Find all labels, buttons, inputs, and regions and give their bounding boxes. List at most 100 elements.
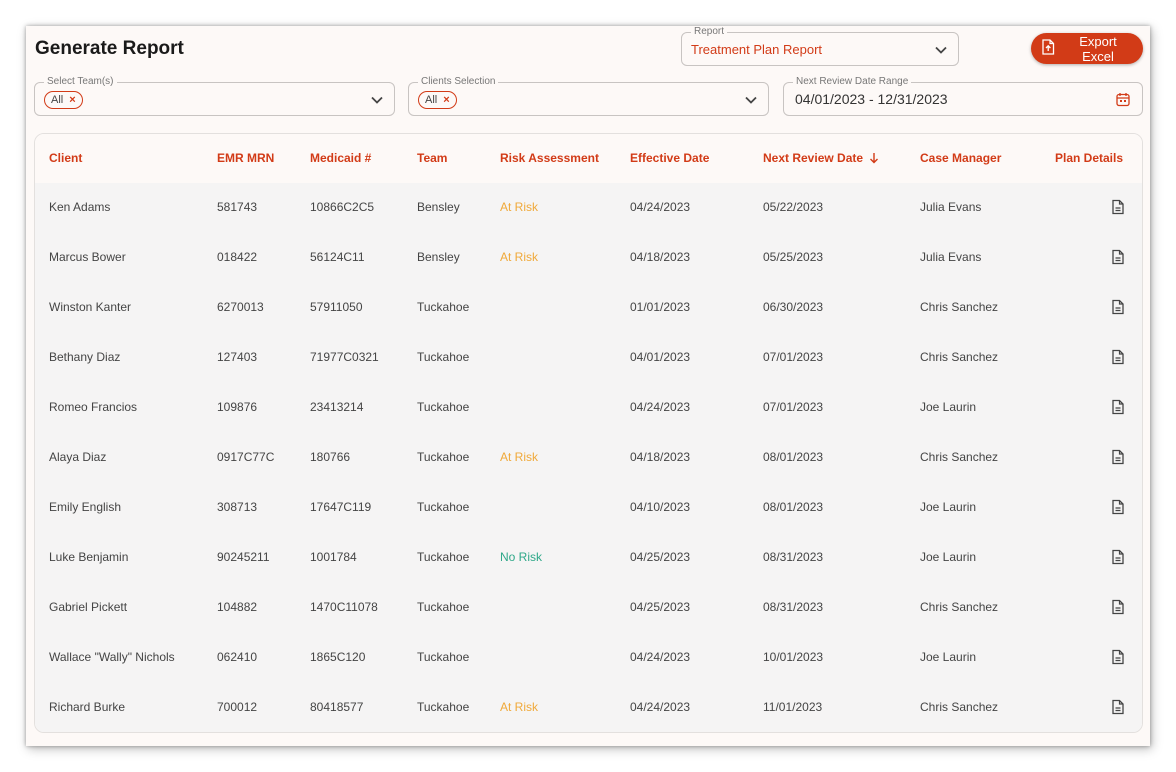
column-header-team[interactable]: Team (417, 151, 447, 165)
cell-medicaid: 71977C0321 (310, 350, 379, 364)
cell-medicaid: 1470C11078 (310, 600, 378, 614)
cell-client: Ken Adams (49, 200, 111, 214)
cell-next-review-date: 08/31/2023 (763, 550, 824, 564)
date-range-legend: Next Review Date Range (793, 76, 912, 88)
cell-emr-mrn: 6270013 (217, 300, 264, 314)
cell-next-review-date: 05/22/2023 (763, 200, 824, 214)
cell-effective-date: 04/10/2023 (630, 500, 691, 514)
table-row[interactable]: Luke Benjamin 90245211 1001784 Tuckahoe No R… (35, 533, 1142, 584)
column-header-plan-details[interactable]: Plan Details (1055, 151, 1123, 165)
cell-risk-assessment: At Risk (500, 700, 539, 714)
table-row[interactable]: Winston Kanter 6270013 57911050 Tuckahoe 01/… (35, 283, 1142, 334)
cell-medicaid: 57911050 (310, 300, 363, 314)
cell-emr-mrn: 018422 (217, 250, 258, 264)
cell-team: Tuckahoe (417, 350, 470, 364)
cell-emr-mrn: 062410 (217, 650, 258, 664)
cell-case-manager: Chris Sanchez (920, 450, 999, 464)
date-range-field[interactable]: Next Review Date Range 04/01/2023 - 12/3… (783, 76, 1143, 116)
cell-client: Luke Benjamin (49, 550, 129, 564)
cell-effective-date: 04/18/2023 (630, 450, 691, 464)
cell-team: Tuckahoe (417, 700, 470, 714)
clients-select-legend: Clients Selection (418, 76, 499, 88)
cell-client: Bethany Diaz (49, 350, 121, 364)
date-range-value: 04/01/2023 - 12/31/2023 (795, 91, 948, 107)
calendar-icon[interactable] (1116, 92, 1130, 112)
column-header-effective-date[interactable]: Effective Date (630, 151, 709, 165)
column-header-client[interactable]: Client (49, 151, 82, 165)
plan-document-icon[interactable] (1111, 649, 1127, 667)
cell-effective-date: 04/01/2023 (630, 350, 691, 364)
cell-team: Tuckahoe (417, 550, 470, 564)
table-row[interactable]: Wallace "Wally" Nichols 062410 1865C120 Tuc… (35, 633, 1142, 684)
cell-next-review-date: 08/01/2023 (763, 500, 824, 514)
cell-emr-mrn: 0917C77C (217, 450, 275, 464)
cell-case-manager: Chris Sanchez (920, 300, 999, 314)
chevron-down-icon[interactable] (744, 93, 758, 107)
clients-chip[interactable]: All × (418, 91, 457, 109)
cell-emr-mrn: 127403 (217, 350, 258, 364)
plan-document-icon[interactable] (1111, 549, 1127, 567)
table-row[interactable]: Alaya Diaz 0917C77C 180766 Tuckahoe At Risk 0… (35, 433, 1142, 484)
column-header-emr-mrn[interactable]: EMR MRN (217, 151, 274, 165)
cell-team: Tuckahoe (417, 600, 470, 614)
cell-case-manager: Joe Laurin (920, 400, 977, 414)
plan-document-icon[interactable] (1111, 449, 1127, 467)
column-header-next-review-date[interactable]: Next Review Date (763, 151, 879, 167)
cell-team: Tuckahoe (417, 300, 470, 314)
cell-case-manager: Chris Sanchez (920, 700, 999, 714)
cell-emr-mrn: 90245211 (217, 550, 270, 564)
cell-case-manager: Joe Laurin (920, 650, 977, 664)
table-row[interactable]: Marcus Bower 018422 56124C11 Bensley At Risk… (35, 233, 1142, 284)
sort-arrow-down-icon[interactable] (869, 152, 879, 167)
column-header-medicaid[interactable]: Medicaid # (310, 151, 371, 165)
cell-effective-date: 04/24/2023 (630, 650, 691, 664)
plan-document-icon[interactable] (1111, 249, 1127, 267)
remove-chip-icon[interactable]: × (69, 94, 75, 106)
cell-medicaid: 1865C120 (310, 650, 366, 664)
clients-chip-label: All (425, 94, 438, 106)
cell-medicaid: 10866C2C5 (310, 200, 375, 214)
team-select[interactable]: Select Team(s) All × (34, 76, 395, 116)
table-row[interactable]: Romeo Francios 109876 23413214 Tuckahoe 04/2… (35, 383, 1142, 434)
plan-document-icon[interactable] (1111, 299, 1127, 317)
table-row[interactable]: Emily English 308713 17647C119 Tuckahoe 04/1… (35, 483, 1142, 534)
cell-case-manager: Joe Laurin (920, 550, 977, 564)
cell-next-review-date: 08/01/2023 (763, 450, 824, 464)
cell-emr-mrn: 308713 (217, 500, 258, 514)
report-select-value: Treatment Plan Report (691, 42, 823, 57)
cell-team: Tuckahoe (417, 500, 470, 514)
export-excel-button[interactable]: Export Excel (1031, 33, 1143, 64)
cell-team: Tuckahoe (417, 650, 470, 664)
column-header-next-review-label: Next Review Date (763, 151, 864, 165)
column-header-risk-assessment[interactable]: Risk Assessment (500, 151, 599, 165)
plan-document-icon[interactable] (1111, 199, 1127, 217)
cell-next-review-date: 11/01/2023 (763, 700, 823, 714)
plan-document-icon[interactable] (1111, 599, 1127, 617)
clients-select[interactable]: Clients Selection All × (408, 76, 769, 116)
cell-emr-mrn: 104882 (217, 600, 258, 614)
table-row[interactable]: Richard Burke 700012 80418577 Tuckahoe At Ri… (35, 683, 1142, 732)
table-row[interactable]: Ken Adams 581743 10866C2C5 Bensley At Risk 04… (35, 183, 1142, 234)
chevron-down-icon[interactable] (370, 93, 384, 107)
cell-case-manager: Julia Evans (920, 200, 982, 214)
table-row[interactable]: Gabriel Pickett 104882 1470C11078 Tuckahoe 0… (35, 583, 1142, 634)
plan-document-icon[interactable] (1111, 499, 1127, 517)
cell-effective-date: 04/24/2023 (630, 700, 691, 714)
plan-document-icon[interactable] (1111, 349, 1127, 367)
cell-client: Winston Kanter (49, 300, 132, 314)
team-chip[interactable]: All × (44, 91, 83, 109)
export-button-label: Export Excel (1079, 33, 1117, 64)
plan-document-icon[interactable] (1111, 399, 1127, 417)
cell-next-review-date: 10/01/2023 (763, 650, 824, 664)
report-select[interactable]: Report Treatment Plan Report (681, 26, 959, 66)
cell-next-review-date: 07/01/2023 (763, 400, 824, 414)
column-header-case-manager[interactable]: Case Manager (920, 151, 1001, 165)
table-row[interactable]: Bethany Diaz 127403 71977C0321 Tuckahoe 04/0… (35, 333, 1142, 384)
cell-team: Tuckahoe (417, 450, 470, 464)
cell-team: Tuckahoe (417, 400, 470, 414)
cell-medicaid: 17647C119 (310, 500, 372, 514)
chevron-down-icon[interactable] (934, 43, 948, 57)
plan-document-icon[interactable] (1111, 699, 1127, 717)
cell-risk-assessment: At Risk (500, 250, 539, 264)
remove-chip-icon[interactable]: × (443, 94, 449, 106)
